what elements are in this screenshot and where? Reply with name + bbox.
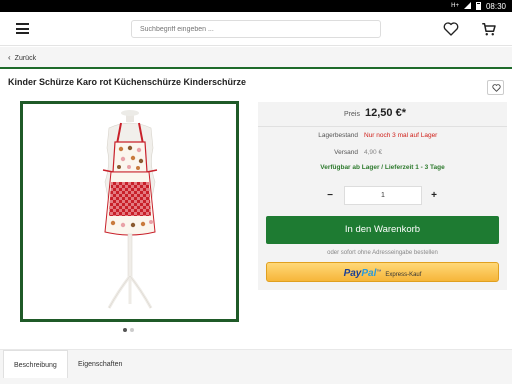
image-carousel-dots[interactable] [123,328,134,332]
carousel-dot-2[interactable] [130,328,134,332]
tab-description[interactable]: Beschreibung [3,350,68,378]
stock-value: Nur noch 3 mal auf Lager [364,132,438,139]
carousel-dot-1[interactable] [123,328,127,332]
product-image-frame[interactable] [20,101,239,322]
availability-text: Verfügbar ab Lager / Lieferzeit 1 - 3 Ta… [320,164,445,171]
back-link[interactable]: ‹ Zurück [0,47,512,69]
buy-box: Preis 12,50 €* Lagerbestand Nur noch 3 m… [258,102,507,290]
paypal-logo-pay: Pay [343,268,362,279]
quantity-increase-button[interactable]: + [424,186,444,205]
top-navigation [0,12,512,46]
stock-label: Lagerbestand [318,132,358,139]
paypal-express-label: Express-Kauf [385,272,422,278]
shipping-label: Versand [334,149,358,156]
tab-properties[interactable]: Eigenschaften [68,350,132,378]
clock: 08:30 [485,1,506,11]
heart-icon [492,84,501,92]
cart-icon[interactable] [480,20,498,38]
product-tabs: Beschreibung Eigenschaften [0,349,512,384]
network-indicator: H+ [451,3,459,9]
paypal-trademark: ™ [376,269,382,275]
product-image-apron [102,110,158,309]
product-title: Kinder Schürze Karo rot Küchenschürze Ki… [8,77,247,87]
hamburger-menu-icon[interactable] [16,23,29,34]
search-input[interactable] [131,20,381,38]
wishlist-heart-icon[interactable] [442,20,460,38]
paypal-logo-pal: Pal [361,268,377,279]
back-label: Zurück [14,55,37,62]
price-label: Preis [344,111,360,118]
add-to-wishlist-button[interactable] [487,80,504,95]
chevron-left-icon: ‹ [8,53,11,62]
price-row: Preis 12,50 €* [258,102,507,127]
status-bar: H+ 08:30 [0,0,512,12]
price-value: 12,50 €* [365,107,406,119]
quantity-input[interactable]: 1 [344,186,422,205]
shipping-value: 4,90 € [364,149,383,156]
paypal-express-button[interactable]: PayPal™ Express-Kauf [266,262,499,282]
instant-order-hint: oder sofort ohne Adresseingabe bestellen [327,250,438,256]
signal-icon [463,1,471,11]
quantity-decrease-button[interactable]: − [320,186,340,205]
add-to-cart-button[interactable]: In den Warenkorb [266,216,499,244]
battery-icon [475,2,481,10]
